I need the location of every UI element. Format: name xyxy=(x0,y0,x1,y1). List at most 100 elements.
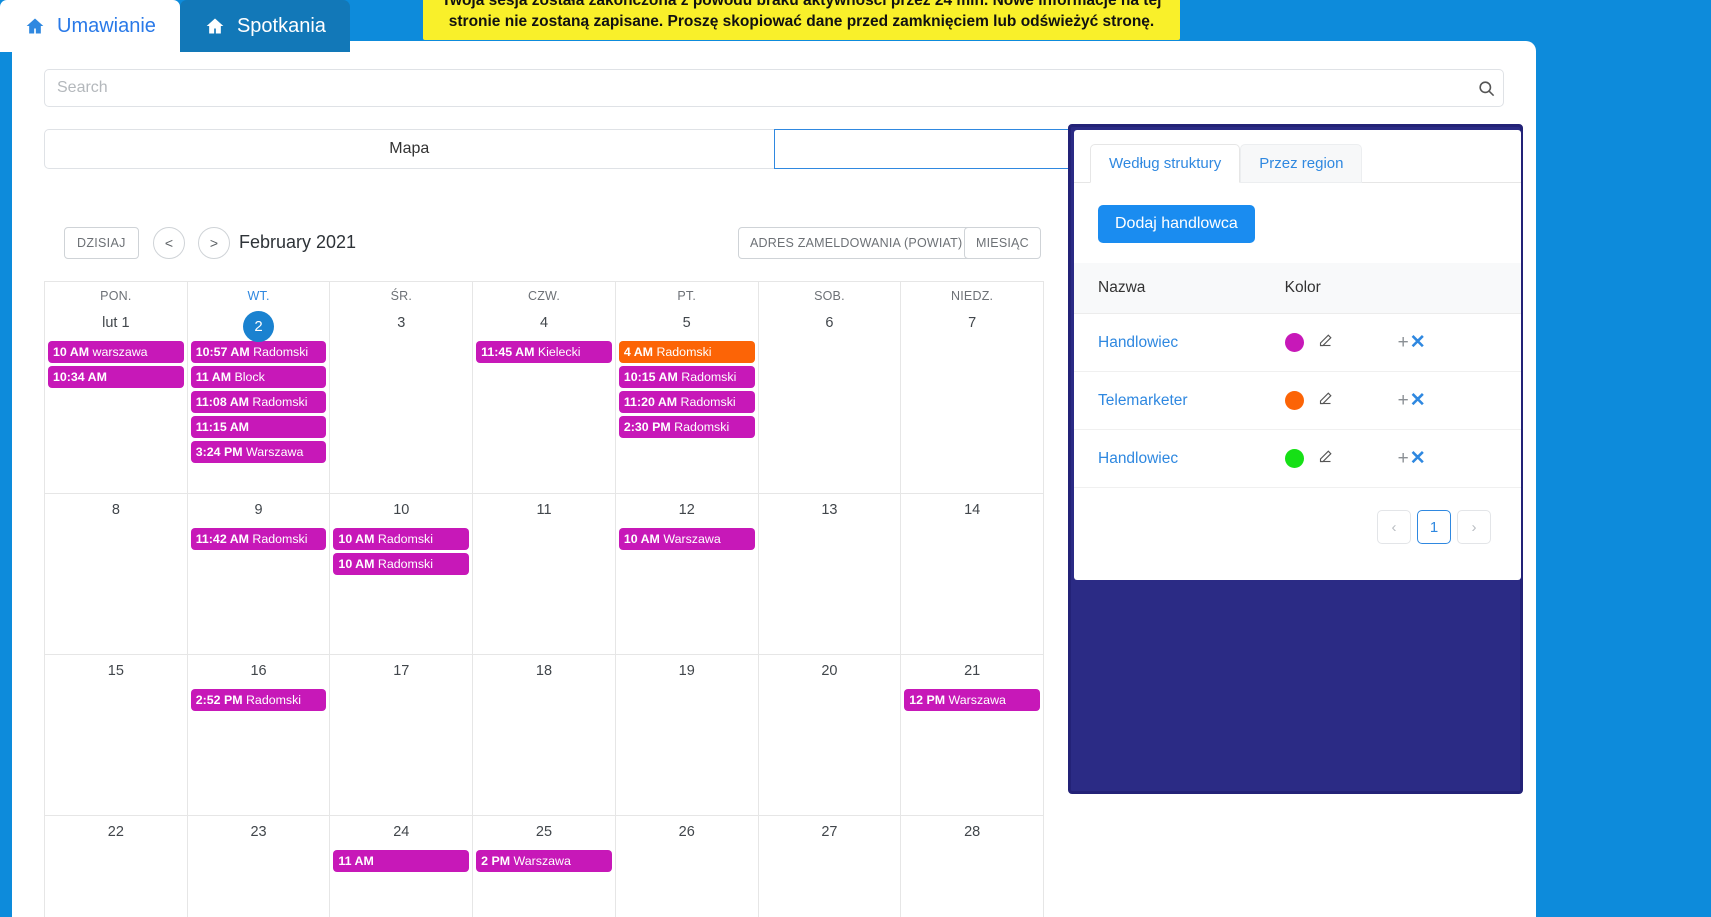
agent-name-link[interactable]: Telemarketer xyxy=(1098,392,1188,409)
agent-name-link[interactable]: Handlowiec xyxy=(1098,450,1178,467)
calendar-day-number[interactable]: 11 xyxy=(476,494,612,528)
calendar-event[interactable]: 11:20 AM Radomski xyxy=(618,391,755,413)
calendar-event[interactable]: 4 AM Radomski xyxy=(618,341,755,363)
calendar-day-number[interactable]: 26 xyxy=(619,816,755,850)
add-row-icon[interactable]: + xyxy=(1398,390,1409,411)
calendar-day-number[interactable]: 5 xyxy=(619,307,755,341)
add-row-icon[interactable]: + xyxy=(1398,332,1409,353)
calendar-day-number[interactable]: 28 xyxy=(904,816,1040,850)
tab-mapa[interactable]: Mapa xyxy=(44,129,775,169)
calendar-day-cell[interactable]: 26 xyxy=(616,816,759,917)
calendar-day-number[interactable]: 20 xyxy=(762,655,898,689)
calendar-event[interactable]: 11:08 AM Radomski xyxy=(190,391,327,413)
next-month-button[interactable]: > xyxy=(198,227,230,259)
calendar-event[interactable]: 11 AM xyxy=(333,850,470,872)
today-button[interactable]: DZISIAJ xyxy=(64,227,139,259)
calendar-day-cell[interactable]: 16 2:52 PM Radomski xyxy=(187,655,331,816)
calendar-day-cell[interactable]: 4 11:45 AM Kielecki xyxy=(473,307,616,494)
calendar-day-cell[interactable]: 3 xyxy=(330,307,474,494)
calendar-event[interactable]: 2:52 PM Radomski xyxy=(190,689,327,711)
calendar-day-number[interactable]: 6 xyxy=(762,307,898,341)
calendar-event[interactable]: 10 AM Warszawa xyxy=(618,528,755,550)
calendar-event[interactable]: 11 AM Block xyxy=(190,366,327,388)
add-row-icon[interactable]: + xyxy=(1398,448,1409,469)
calendar-day-cell[interactable]: 20 xyxy=(758,655,902,816)
calendar-day-number[interactable]: 12 xyxy=(619,494,755,528)
calendar-day-number[interactable]: lut 1 xyxy=(48,307,184,341)
calendar-event[interactable]: 3:24 PM Warszawa xyxy=(190,441,327,463)
calendar-event[interactable]: 12 PM Warszawa xyxy=(904,689,1040,711)
prev-month-button[interactable]: < xyxy=(153,227,185,259)
calendar-day-number[interactable]: 18 xyxy=(476,655,612,689)
search-input[interactable] xyxy=(45,79,1469,97)
calendar-day-cell[interactable]: 17 xyxy=(330,655,474,816)
pencil-icon[interactable] xyxy=(1318,391,1333,410)
calendar-day-number[interactable]: 24 xyxy=(333,816,469,850)
calendar-day-cell[interactable]: 12 10 AM Warszawa xyxy=(615,494,759,655)
calendar-day-cell[interactable]: 8 xyxy=(45,494,188,655)
calendar-day-number[interactable]: 4 xyxy=(476,307,612,341)
calendar-day-cell[interactable]: 21 12 PM Warszawa xyxy=(901,655,1044,816)
calendar-day-number[interactable]: 22 xyxy=(48,816,184,850)
calendar-day-number[interactable]: 2 xyxy=(191,307,327,342)
pencil-icon[interactable] xyxy=(1318,333,1333,352)
calendar-day-number[interactable]: 3 xyxy=(333,307,469,341)
calendar-day-cell[interactable]: 54 AM Radomski 10:15 AM Radomski 11:20 AM … xyxy=(615,307,759,494)
calendar-day-number[interactable]: 19 xyxy=(619,655,755,689)
calendar-day-number[interactable]: 15 xyxy=(48,655,184,689)
remove-row-icon[interactable]: ✕ xyxy=(1410,332,1426,353)
search-icon[interactable] xyxy=(1469,79,1503,98)
calendar-day-cell[interactable]: 2 10:57 AM Radomski 11 AM Block 11:08 AM Ra… xyxy=(187,307,331,494)
calendar-day-cell[interactable]: 25 2 PM Warszawa xyxy=(473,816,616,917)
calendar-event[interactable]: 2 PM Warszawa xyxy=(476,850,612,872)
remove-row-icon[interactable]: ✕ xyxy=(1410,390,1426,411)
pencil-icon[interactable] xyxy=(1318,449,1333,468)
calendar-day-cell[interactable]: 23 xyxy=(188,816,331,917)
calendar-day-cell[interactable]: 15 xyxy=(45,655,188,816)
calendar-day-number[interactable]: 8 xyxy=(48,494,184,528)
filter-powiat-button[interactable]: ADRES ZAMELDOWANIA (POWIAT) xyxy=(738,227,975,259)
calendar-event[interactable]: 10 AM warszawa xyxy=(48,341,184,363)
calendar-day-cell[interactable]: 13 xyxy=(758,494,902,655)
calendar-day-number[interactable]: 25 xyxy=(476,816,612,850)
calendar-day-cell[interactable]: 14 xyxy=(901,494,1044,655)
calendar-day-cell[interactable]: 18 xyxy=(473,655,616,816)
calendar-day-number[interactable]: 17 xyxy=(333,655,469,689)
pagination-prev[interactable]: ‹ xyxy=(1377,510,1411,544)
calendar-event[interactable]: 11:42 AM Radomski xyxy=(190,528,327,550)
calendar-day-number[interactable]: 9 xyxy=(191,494,327,528)
calendar-day-cell[interactable]: 11 xyxy=(473,494,616,655)
calendar-day-number[interactable]: 16 xyxy=(191,655,327,689)
add-agent-button[interactable]: Dodaj handlowca xyxy=(1098,205,1255,243)
calendar-day-cell[interactable]: 6 xyxy=(758,307,902,494)
calendar-day-number[interactable]: 13 xyxy=(762,494,898,528)
calendar-day-cell[interactable]: 28 xyxy=(901,816,1044,917)
calendar-day-number[interactable]: 14 xyxy=(904,494,1040,528)
calendar-event[interactable]: 11:45 AM Kielecki xyxy=(476,341,612,363)
agent-name-link[interactable]: Handlowiec xyxy=(1098,334,1178,351)
calendar-event[interactable]: 10:15 AM Radomski xyxy=(618,366,755,388)
pagination-page-1[interactable]: 1 xyxy=(1417,510,1451,544)
calendar-day-cell[interactable]: 10 10 AM Radomski 10 AM Radomski xyxy=(330,494,474,655)
color-swatch[interactable] xyxy=(1284,391,1304,410)
color-swatch[interactable] xyxy=(1284,333,1304,352)
calendar-event[interactable]: 10:34 AM xyxy=(48,366,184,388)
search-bar[interactable] xyxy=(44,69,1504,107)
calendar-day-number[interactable]: 21 xyxy=(904,655,1040,689)
calendar-event[interactable]: 2:30 PM Radomski xyxy=(618,416,755,438)
calendar-day-number[interactable]: 7 xyxy=(904,307,1040,341)
calendar-day-cell[interactable]: 19 xyxy=(615,655,759,816)
calendar-event[interactable]: 10 AM Radomski xyxy=(333,553,470,575)
tab-przez-region[interactable]: Przez region xyxy=(1240,144,1363,183)
calendar-day-number[interactable]: 23 xyxy=(191,816,327,850)
color-swatch[interactable] xyxy=(1284,449,1304,468)
calendar-event[interactable]: 10 AM Radomski xyxy=(333,528,470,550)
pagination-next[interactable]: › xyxy=(1457,510,1491,544)
calendar-event[interactable]: 10:57 AM Radomski xyxy=(190,341,327,363)
app-tab-spotkania[interactable]: Spotkania xyxy=(179,0,350,52)
calendar-day-cell[interactable]: 27 xyxy=(759,816,902,917)
tab-wedlug-struktury[interactable]: Według struktury xyxy=(1090,144,1241,183)
remove-row-icon[interactable]: ✕ xyxy=(1410,448,1426,469)
filter-month-button[interactable]: MIESIĄC xyxy=(964,227,1041,259)
calendar-day-cell[interactable]: lut 1 10 AM warszawa 10:34 AM xyxy=(45,307,188,494)
